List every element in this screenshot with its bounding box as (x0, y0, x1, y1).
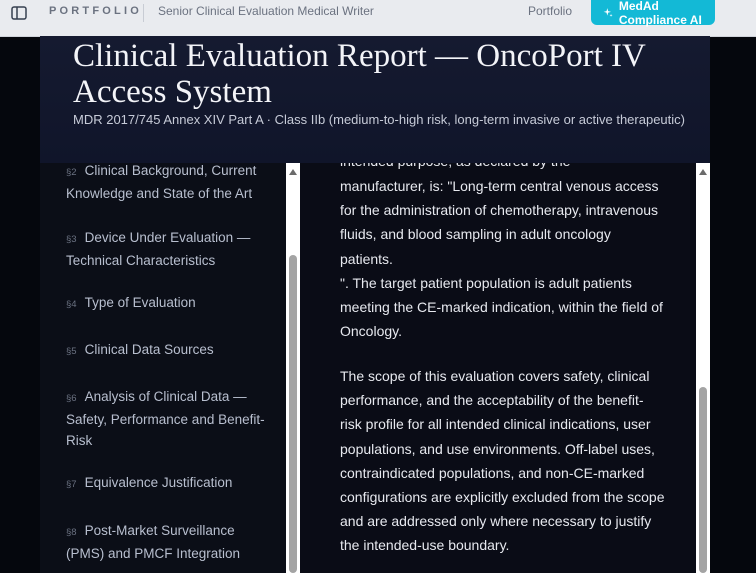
toc-item-data-sources[interactable]: §5 Clinical Data Sources (66, 339, 266, 362)
toc-item-device[interactable]: §3 Device Under Evaluation — Technical Ch… (66, 227, 266, 271)
regulatory-meta: MDR 2017/745 Annex XIV Part A · Class II… (73, 112, 685, 127)
paragraph-cut: intended purpose, as declared by the (340, 163, 665, 173)
toc-item-analysis[interactable]: §6 Analysis of Clinical Data — Safety, Pe… (66, 386, 266, 451)
content-scrollbar[interactable] (696, 163, 710, 573)
page-title: Clinical Evaluation Report — OncoPort IV… (73, 38, 646, 110)
scroll-up-arrow-icon[interactable] (289, 169, 297, 175)
paragraph-scope: The scope of this evaluation covers safe… (340, 368, 665, 554)
nav-link-portfolio[interactable]: Portfolio (528, 4, 572, 18)
brand-logo[interactable]: PORTFOLIO (49, 5, 142, 17)
paragraph-target-population: ". The target patient population is adul… (340, 275, 663, 340)
toc-item-evaluation-type[interactable]: §4 Type of Evaluation (66, 292, 266, 315)
toc-item-background[interactable]: §2 Clinical Background, Current Knowledge… (66, 163, 266, 204)
table-of-contents: §2 Clinical Background, Current Knowledge… (40, 163, 286, 573)
sparkle-icon (603, 8, 613, 17)
toc-scrollbar[interactable] (286, 163, 300, 573)
sidebar-toggle-icon[interactable] (11, 5, 27, 21)
header-subtitle: Senior Clinical Evaluation Medical Write… (158, 4, 374, 18)
medad-compliance-ai-button[interactable]: MedAd Compliance AI (591, 0, 715, 27)
toc-item-equivalence[interactable]: §7 Equivalence Justification (66, 472, 266, 495)
content-scroll-thumb[interactable] (699, 387, 707, 573)
paragraph-intended-purpose: manufacturer, is: "Long-term central ven… (340, 178, 659, 267)
toc-item-pms[interactable]: §8 Post-Market Surveillance (PMS) and PMC… (66, 520, 266, 564)
report-content: intended purpose, as declared by the man… (300, 163, 696, 573)
header-divider (143, 4, 144, 22)
top-bar: PORTFOLIO Senior Clinical Evaluation Med… (0, 0, 756, 37)
toc-scroll-thumb[interactable] (289, 255, 297, 573)
scroll-up-arrow-icon[interactable] (699, 169, 707, 175)
report-header: Clinical Evaluation Report — OncoPort IV… (40, 36, 710, 164)
cta-label: MedAd Compliance AI (618, 0, 702, 27)
